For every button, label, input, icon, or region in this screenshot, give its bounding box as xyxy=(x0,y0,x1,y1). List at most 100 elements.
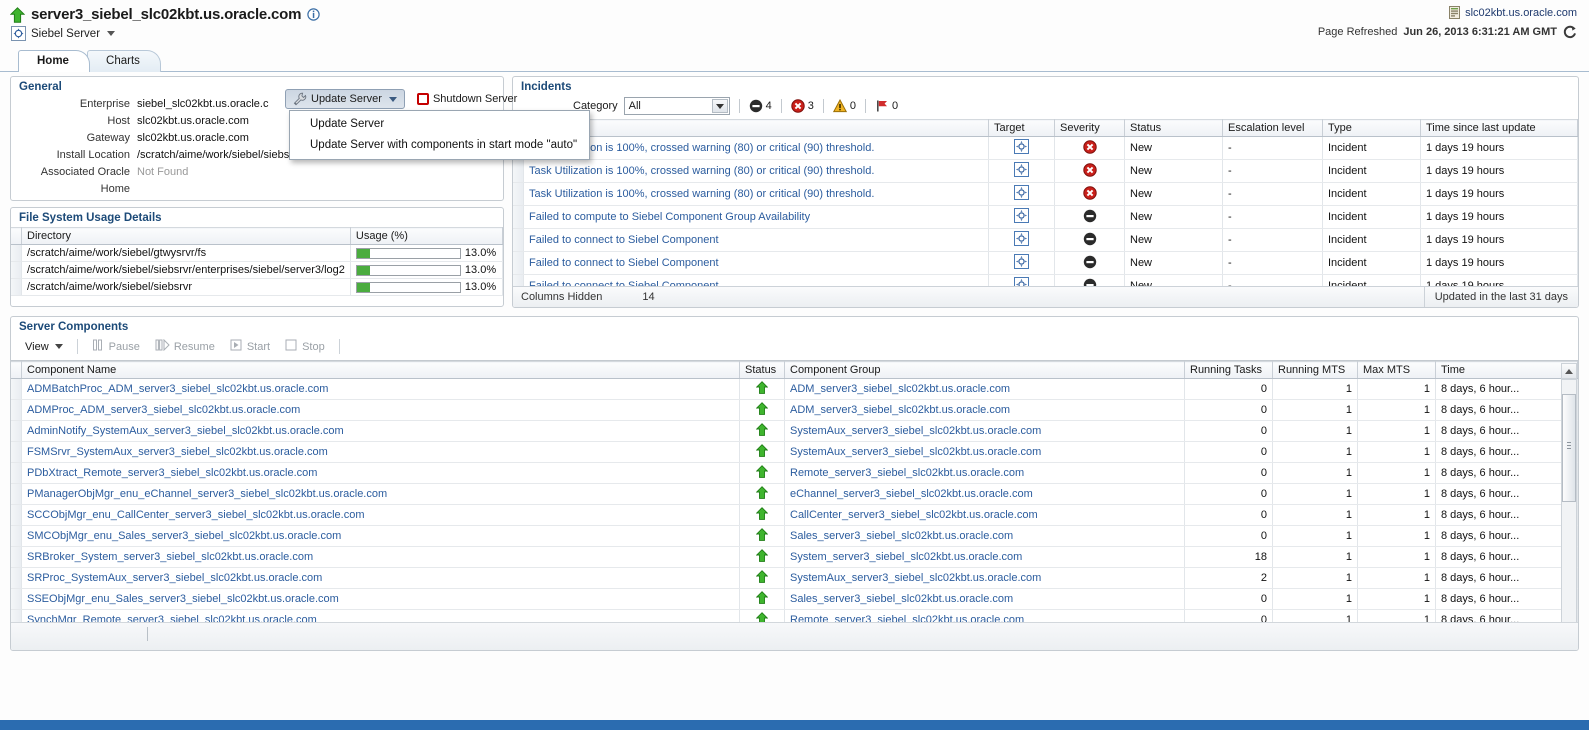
table-row[interactable]: FSMSrvr_SystemAux_server3_siebel_slc02kb… xyxy=(11,441,1578,463)
target-link-icon[interactable] xyxy=(1014,208,1029,226)
col-component-group[interactable]: Component Group xyxy=(784,361,1185,379)
col-directory[interactable]: Directory xyxy=(21,227,351,245)
row-gutter[interactable] xyxy=(11,399,22,421)
component-group-link[interactable]: ADM_server3_siebel_slc02kbt.us.oracle.co… xyxy=(790,383,1010,395)
refresh-icon[interactable] xyxy=(1563,25,1577,39)
table-row[interactable]: Failed to connect to Siebel Component New… xyxy=(513,228,1578,252)
table-row[interactable]: ADMBatchProc_ADM_server3_siebel_slc02kbt… xyxy=(11,378,1578,400)
table-row[interactable]: Failed to compute to Siebel Component Gr… xyxy=(513,205,1578,229)
table-row[interactable]: /scratch/aime/work/siebel/siebsrvr/enter… xyxy=(11,261,504,280)
component-name-link[interactable]: SRProc_SystemAux_server3_siebel_slc02kbt… xyxy=(27,572,322,584)
table-row[interactable]: /scratch/aime/work/siebel/gtwysrvr/fs 13.… xyxy=(11,244,504,263)
table-row[interactable]: SRBroker_System_server3_siebel_slc02kbt.… xyxy=(11,546,1578,568)
component-name-link[interactable]: ADMProc_ADM_server3_siebel_slc02kbt.us.o… xyxy=(27,404,300,416)
table-row[interactable]: Task Utilization is 100%, crossed warnin… xyxy=(513,136,1578,160)
component-group-link[interactable]: SystemAux_server3_siebel_slc02kbt.us.ora… xyxy=(790,446,1041,458)
row-gutter[interactable] xyxy=(11,504,22,526)
col-summary[interactable]: Summary xyxy=(523,119,989,137)
row-gutter[interactable] xyxy=(11,420,22,442)
table-row[interactable]: Task Utilization is 100%, crossed warnin… xyxy=(513,182,1578,206)
table-row[interactable]: Task Utilization is 100%, crossed warnin… xyxy=(513,159,1578,183)
component-name-link[interactable]: ADMBatchProc_ADM_server3_siebel_slc02kbt… xyxy=(27,383,328,395)
table-row[interactable]: SRProc_SystemAux_server3_siebel_slc02kbt… xyxy=(11,567,1578,589)
col-status[interactable]: Status xyxy=(739,361,785,379)
row-gutter[interactable] xyxy=(11,244,22,263)
incident-summary-link[interactable]: Task Utilization is 100%, crossed warnin… xyxy=(529,188,874,200)
table-row[interactable]: PDbXtract_Remote_server3_siebel_slc02kbt… xyxy=(11,462,1578,484)
view-menu-button[interactable]: View xyxy=(19,337,69,356)
col-severity[interactable]: Severity xyxy=(1054,119,1125,137)
host-breadcrumb[interactable]: slc02kbt.us.oracle.com xyxy=(1318,6,1577,19)
scroll-up-button[interactable] xyxy=(1561,363,1577,379)
pause-button[interactable]: Pause xyxy=(86,337,146,356)
menu-item-update-server[interactable]: Update Server xyxy=(290,114,589,135)
table-row[interactable]: /scratch/aime/work/siebel/siebsrvr 13.0% xyxy=(11,278,504,297)
row-gutter[interactable] xyxy=(11,588,22,610)
target-link-icon[interactable] xyxy=(1014,254,1029,272)
tab-charts[interactable]: Charts xyxy=(87,50,161,72)
counter-warning[interactable]: 0 xyxy=(832,98,856,113)
table-row[interactable]: ADMProc_ADM_server3_siebel_slc02kbt.us.o… xyxy=(11,399,1578,421)
table-row[interactable]: SMCObjMgr_enu_Sales_server3_siebel_slc02… xyxy=(11,525,1578,547)
table-row[interactable]: SSEObjMgr_enu_Sales_server3_siebel_slc02… xyxy=(11,588,1578,610)
component-name-link[interactable]: PDbXtract_Remote_server3_siebel_slc02kbt… xyxy=(27,467,317,479)
info-icon[interactable] xyxy=(307,8,320,21)
incident-summary-link[interactable]: Failed to connect to Siebel Component xyxy=(529,257,719,269)
col-max-mts[interactable]: Max MTS xyxy=(1357,361,1436,379)
component-group-link[interactable]: CallCenter_server3_siebel_slc02kbt.us.or… xyxy=(790,509,1038,521)
table-row[interactable]: Failed to connect to Siebel Component New… xyxy=(513,251,1578,275)
row-gutter[interactable] xyxy=(513,182,524,206)
component-group-link[interactable]: Sales_server3_siebel_slc02kbt.us.oracle.… xyxy=(790,593,1013,605)
row-gutter[interactable] xyxy=(11,483,22,505)
row-gutter[interactable] xyxy=(11,441,22,463)
col-component-name[interactable]: Component Name xyxy=(21,361,740,379)
incident-summary-link[interactable]: Task Utilization is 100%, crossed warnin… xyxy=(529,165,874,177)
col-escalation-level[interactable]: Escalation level xyxy=(1222,119,1323,137)
col-target[interactable]: Target xyxy=(988,119,1055,137)
category-select[interactable]: All xyxy=(623,97,730,115)
component-group-link[interactable]: SystemAux_server3_siebel_slc02kbt.us.ora… xyxy=(790,572,1041,584)
col-running-mts[interactable]: Running MTS xyxy=(1272,361,1358,379)
resume-button[interactable]: Resume xyxy=(149,337,221,356)
tab-home[interactable]: Home xyxy=(18,50,90,72)
table-row[interactable]: PManagerObjMgr_enu_eChannel_server3_sieb… xyxy=(11,483,1578,505)
server-components-scrollbar[interactable] xyxy=(1561,379,1577,625)
row-gutter[interactable] xyxy=(513,228,524,252)
counter-informational[interactable]: 4 xyxy=(749,99,772,113)
component-name-link[interactable]: AdminNotify_SystemAux_server3_siebel_slc… xyxy=(27,425,344,437)
col-time-since-last-update[interactable]: Time since last update xyxy=(1420,119,1578,137)
col-status[interactable]: Status xyxy=(1124,119,1223,137)
stop-button[interactable]: Stop xyxy=(279,337,331,356)
component-group-link[interactable]: ADM_server3_siebel_slc02kbt.us.oracle.co… xyxy=(790,404,1010,416)
component-name-link[interactable]: SCCObjMgr_enu_CallCenter_server3_siebel_… xyxy=(27,509,365,521)
target-link-icon[interactable] xyxy=(1014,162,1029,180)
target-link-icon[interactable] xyxy=(1014,139,1029,157)
row-gutter[interactable] xyxy=(513,251,524,275)
chevron-down-icon[interactable] xyxy=(107,31,116,36)
row-gutter[interactable] xyxy=(11,278,22,297)
update-server-button[interactable]: Update Server xyxy=(285,89,405,109)
row-gutter[interactable] xyxy=(11,525,22,547)
col-running-tasks[interactable]: Running Tasks xyxy=(1184,361,1273,379)
table-row[interactable]: AdminNotify_SystemAux_server3_siebel_slc… xyxy=(11,420,1578,442)
row-gutter[interactable] xyxy=(11,462,22,484)
row-gutter[interactable] xyxy=(11,261,22,280)
counter-critical[interactable]: 3 xyxy=(791,99,814,113)
component-name-link[interactable]: SSEObjMgr_enu_Sales_server3_siebel_slc02… xyxy=(27,593,339,605)
component-group-link[interactable]: eChannel_server3_siebel_slc02kbt.us.orac… xyxy=(790,488,1033,500)
counter-escalated[interactable]: 0 xyxy=(875,99,898,113)
row-gutter[interactable] xyxy=(11,378,22,400)
col-usage-pct[interactable]: Usage (%) xyxy=(350,227,504,245)
component-group-link[interactable]: Remote_server3_siebel_slc02kbt.us.oracle… xyxy=(790,467,1024,479)
component-group-link[interactable]: Sales_server3_siebel_slc02kbt.us.oracle.… xyxy=(790,530,1013,542)
col-time[interactable]: Time xyxy=(1435,361,1578,379)
incident-summary-link[interactable]: Failed to compute to Siebel Component Gr… xyxy=(529,211,810,223)
incident-summary-link[interactable]: Failed to connect to Siebel Component xyxy=(529,234,719,246)
target-link-icon[interactable] xyxy=(1014,231,1029,249)
component-name-link[interactable]: SRBroker_System_server3_siebel_slc02kbt.… xyxy=(27,551,313,563)
row-gutter[interactable] xyxy=(513,205,524,229)
target-link-icon[interactable] xyxy=(1014,185,1029,203)
scrollbar-thumb[interactable] xyxy=(1562,394,1576,502)
col-type[interactable]: Type xyxy=(1322,119,1421,137)
component-name-link[interactable]: SMCObjMgr_enu_Sales_server3_siebel_slc02… xyxy=(27,530,341,542)
